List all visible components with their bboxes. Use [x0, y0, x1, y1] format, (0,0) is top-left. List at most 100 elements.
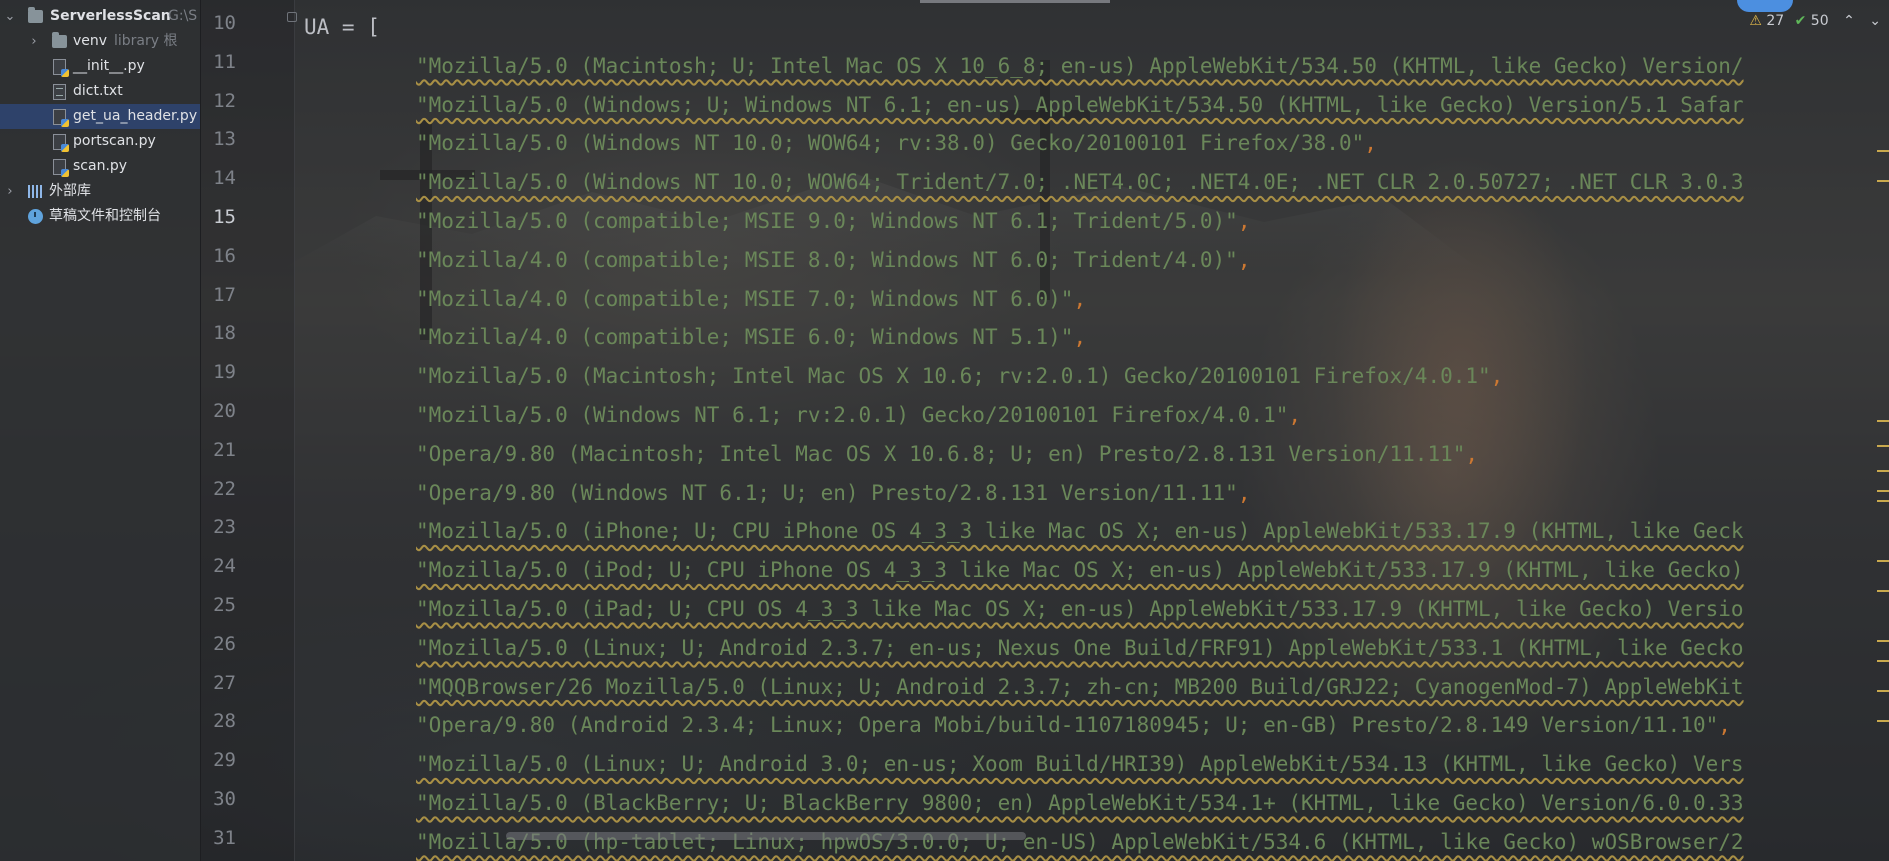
tree-item-scratches[interactable]: 草稿文件和控制台	[0, 204, 200, 229]
code-line[interactable]: "Mozilla/4.0 (compatible; MSIE 8.0; Wind…	[416, 241, 1250, 279]
folder-icon	[52, 32, 67, 48]
tree-item-scan-py[interactable]: scan.py	[0, 154, 200, 179]
code-line-text: "Mozilla/5.0 (Linux; U; Android 2.3.7; e…	[416, 635, 1744, 660]
line-number[interactable]: 24	[200, 555, 236, 577]
line-number[interactable]: 25	[200, 594, 236, 616]
line-number[interactable]: 14	[200, 167, 236, 189]
code-editor[interactable]: 10 11 12 13 14 15 16 17 18 19 20 21 22 23 24 25 26 27 28 29…	[200, 0, 1889, 861]
project-root-path: G:\S	[168, 8, 198, 24]
code-line-punctuation: ,	[1073, 286, 1087, 311]
code-line-text: "Mozilla/5.0 (Macintosh; U; Intel Mac OS…	[416, 53, 1744, 78]
line-number[interactable]: 26	[200, 633, 236, 655]
code-text-area[interactable]: UA = [ "Mozilla/5.0 (Macintosh; U; Intel …	[304, 0, 1889, 861]
code-line-text: "Mozilla/5.0 (iPod; U; CPU iPhone OS 4_3…	[416, 558, 1744, 583]
code-line[interactable]: "Mozilla/5.0 (iPhone; U; CPU iPhone OS 4…	[416, 512, 1744, 550]
line-number[interactable]: 12	[200, 90, 236, 112]
line-number[interactable]: 21	[200, 439, 236, 461]
ok-count: 50	[1810, 13, 1829, 29]
code-line[interactable]: "Mozilla/5.0 (Macintosh; Intel Mac OS X …	[416, 357, 1503, 395]
code-line[interactable]: "Mozilla/5.0 (BlackBerry; U; BlackBerry …	[416, 784, 1744, 822]
code-line[interactable]: "Opera/9.80 (Windows NT 6.1; U; en) Pres…	[416, 474, 1250, 512]
line-number[interactable]: 19	[200, 361, 236, 383]
line-number[interactable]: 22	[200, 478, 236, 500]
chevron-down-icon[interactable]: ⌄	[4, 4, 16, 29]
code-line[interactable]: "Mozilla/5.0 (iPad; U; CPU OS 4_3_3 like…	[416, 590, 1744, 628]
tree-item-external-libraries[interactable]: › 外部库	[0, 179, 200, 204]
code-line[interactable]: UA = [	[304, 8, 380, 46]
error-stripe-marker[interactable]	[1877, 500, 1889, 502]
error-stripe-marker[interactable]	[1877, 490, 1889, 492]
library-icon	[28, 185, 43, 198]
code-line[interactable]: "Mozilla/5.0 (Linux; U; Android 3.0; en-…	[416, 745, 1744, 783]
fold-toggle-icon[interactable]	[287, 12, 297, 22]
error-stripe-marker[interactable]	[1877, 420, 1889, 422]
code-line-punctuation: ,	[1288, 403, 1302, 427]
line-number[interactable]: 11	[200, 51, 236, 73]
code-line[interactable]: "Mozilla/5.0 (Windows NT 10.0; WOW64; Tr…	[416, 163, 1744, 201]
code-line[interactable]: "Mozilla/5.0 (Windows NT 6.1; rv:2.0.1) …	[416, 396, 1301, 434]
error-stripe-marker[interactable]	[1877, 150, 1889, 152]
line-number[interactable]: 18	[200, 322, 236, 344]
tree-item-label: get_ua_header.py	[73, 108, 198, 124]
line-number[interactable]: 29	[200, 749, 236, 771]
code-line[interactable]: "Mozilla/5.0 (iPod; U; CPU iPhone OS 4_3…	[416, 551, 1744, 589]
error-stripe-marker[interactable]	[1877, 690, 1889, 692]
python-file-icon	[53, 159, 69, 177]
code-line-text: "Mozilla/5.0 (compatible; MSIE 9.0; Wind…	[416, 209, 1238, 233]
horizontal-scrollbar-thumb[interactable]	[506, 832, 1026, 840]
code-line[interactable]: "Mozilla/5.0 (Linux; U; Android 2.3.7; e…	[416, 629, 1744, 667]
code-line[interactable]: "Mozilla/5.0 (hp-tablet; Linux; hpwOS/3.…	[416, 823, 1744, 861]
tree-item-label: venv	[73, 33, 108, 49]
line-number[interactable]: 17	[200, 284, 236, 306]
error-stripe-marker[interactable]	[1877, 640, 1889, 642]
code-line[interactable]: "Opera/9.80 (Android 2.3.4; Linux; Opera…	[416, 706, 1731, 744]
code-line-text: "Mozilla/5.0 (iPhone; U; CPU iPhone OS 4…	[416, 519, 1744, 544]
error-stripe-marker[interactable]	[1877, 560, 1889, 562]
project-tool-window[interactable]: ⌄ ServerlessScan G:\S › venv library 根 _…	[0, 0, 201, 861]
code-line-text: "Opera/9.80 (Windows NT 6.1; U; en) Pres…	[416, 480, 1238, 505]
line-number[interactable]: 13	[200, 128, 236, 150]
line-number[interactable]: 10	[200, 12, 236, 34]
line-number[interactable]: 20	[200, 400, 236, 422]
tree-item-dict-txt[interactable]: dict.txt	[0, 79, 200, 104]
code-line-text: "MQQBrowser/26 Mozilla/5.0 (Linux; U; An…	[416, 674, 1744, 699]
line-number-gutter[interactable]: 10 11 12 13 14 15 16 17 18 19 20 21 22 23 24 25 26 27 28 29…	[200, 0, 297, 861]
tree-item-init-py[interactable]: __init__.py	[0, 54, 200, 79]
next-highlight-icon[interactable]: ⌄	[1869, 13, 1881, 29]
error-stripe-marker[interactable]	[1877, 445, 1889, 447]
line-number[interactable]: 27	[200, 672, 236, 694]
line-number[interactable]: 15	[200, 206, 236, 228]
tree-root-serverlessscan[interactable]: ⌄ ServerlessScan G:\S	[0, 4, 200, 29]
code-line[interactable]: "Opera/9.80 (Macintosh; Intel Mac OS X 1…	[416, 435, 1478, 473]
inspection-widget[interactable]: ⚠ 27 ✔ 50 ⌃ ⌄	[1749, 10, 1881, 32]
warning-icon: ⚠	[1749, 13, 1762, 29]
line-number[interactable]: 28	[200, 710, 236, 732]
error-stripe-marker[interactable]	[1877, 590, 1889, 592]
line-number[interactable]: 30	[200, 788, 236, 810]
code-line-text: "Mozilla/5.0 (Windows; U; Windows NT 6.1…	[416, 92, 1744, 117]
error-stripe-marker[interactable]	[1877, 720, 1889, 722]
tree-item-get-ua-header-py[interactable]: get_ua_header.py	[0, 104, 200, 129]
code-line-text: "Mozilla/5.0 (Windows NT 6.1; rv:2.0.1) …	[416, 403, 1289, 427]
tree-item-venv[interactable]: › venv library 根	[0, 29, 200, 54]
code-line[interactable]: "Mozilla/5.0 (Windows; U; Windows NT 6.1…	[416, 86, 1744, 124]
chevron-right-icon[interactable]: ›	[28, 29, 40, 54]
code-line[interactable]: "Mozilla/5.0 (Windows NT 10.0; WOW64; rv…	[416, 124, 1377, 162]
code-line[interactable]: "MQQBrowser/26 Mozilla/5.0 (Linux; U; An…	[416, 668, 1744, 706]
chevron-right-icon[interactable]: ›	[4, 179, 16, 204]
previous-highlight-icon[interactable]: ⌃	[1843, 13, 1855, 29]
line-number[interactable]: 31	[200, 827, 236, 849]
error-stripe-marker[interactable]	[1877, 180, 1889, 182]
code-line[interactable]: "Mozilla/5.0 (compatible; MSIE 9.0; Wind…	[416, 202, 1250, 240]
code-line[interactable]: "Mozilla/5.0 (Macintosh; U; Intel Mac OS…	[416, 47, 1744, 85]
code-line[interactable]: "Mozilla/4.0 (compatible; MSIE 6.0; Wind…	[416, 318, 1086, 356]
code-line-text: "Mozilla/5.0 (BlackBerry; U; BlackBerry …	[416, 791, 1744, 815]
tree-item-portscan-py[interactable]: portscan.py	[0, 129, 200, 154]
line-number[interactable]: 16	[200, 245, 236, 267]
code-line-punctuation: ,	[1237, 247, 1251, 272]
line-number[interactable]: 23	[200, 516, 236, 538]
error-stripe-marker[interactable]	[1877, 660, 1889, 662]
error-stripe-marker[interactable]	[1877, 470, 1889, 472]
code-line-text: "Mozilla/4.0 (compatible; MSIE 7.0; Wind…	[416, 286, 1074, 311]
code-line[interactable]: "Mozilla/4.0 (compatible; MSIE 7.0; Wind…	[416, 280, 1086, 318]
